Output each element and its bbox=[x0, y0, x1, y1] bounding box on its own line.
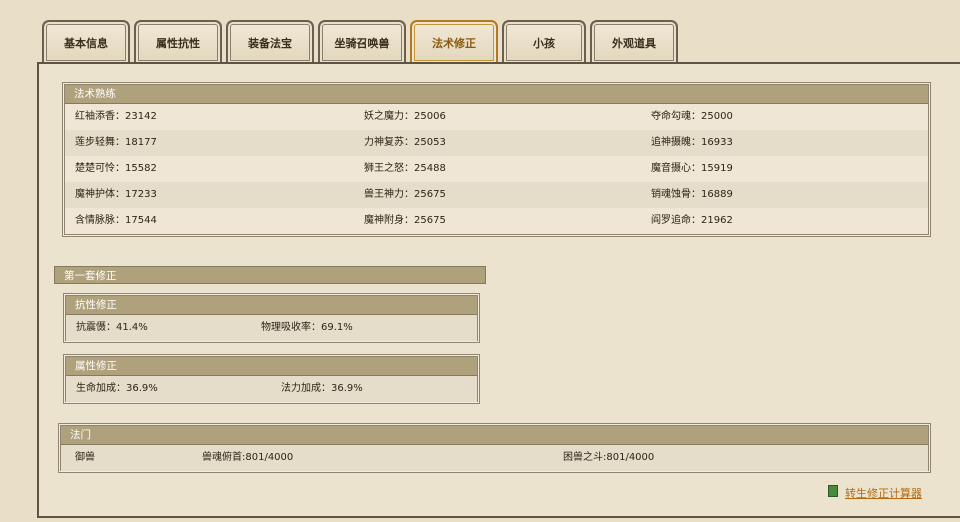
tab-spell-correction[interactable]: 法术修正 bbox=[410, 20, 498, 63]
tab-mounts-pets[interactable]: 坐骑召唤兽 bbox=[318, 20, 406, 63]
proficiency-section: 法术熟练 红袖添香：23142 妖之魔力：25006 夺命勾魂：25000 莲步轻舞：… bbox=[62, 82, 931, 237]
proficiency-item: 含情脉脉：17544 bbox=[75, 215, 157, 226]
section-header: 属性修正 bbox=[66, 357, 477, 376]
table-row: 莲步轻舞：18177 力神复苏：25053 追神摄魄：16933 bbox=[65, 130, 928, 156]
section-header: 法门 bbox=[61, 426, 928, 445]
table-row: 楚楚可怜：15582 狮王之怒：25488 魔音摄心：15919 bbox=[65, 156, 928, 182]
section-header: 法术熟练 bbox=[65, 85, 928, 104]
tab-appearance-items[interactable]: 外观道具 bbox=[590, 20, 678, 63]
resist-item: 物理吸收率：69.1% bbox=[261, 322, 353, 333]
attr-correction-section: 属性修正 生命加成：36.9% 法力加成：36.9% bbox=[63, 354, 480, 404]
proficiency-item: 红袖添香：23142 bbox=[75, 111, 157, 122]
proficiency-item: 楚楚可怜：15582 bbox=[75, 163, 157, 174]
proficiency-item: 兽王神力：25675 bbox=[364, 189, 446, 200]
set1-header: 第一套修正 bbox=[54, 266, 486, 284]
tab-equipment[interactable]: 装备法宝 bbox=[226, 20, 314, 63]
table-row: 红袖添香：23142 妖之魔力：25006 夺命勾魂：25000 bbox=[65, 104, 928, 130]
school-skill: 兽魂俯首:801/4000 bbox=[202, 452, 294, 463]
proficiency-item: 力神复苏：25053 bbox=[364, 137, 446, 148]
school-section: 法门 御兽 兽魂俯首:801/4000 困兽之斗:801/4000 bbox=[58, 423, 931, 473]
resist-item: 抗震慑：41.4% bbox=[76, 322, 148, 333]
school-skill: 困兽之斗:801/4000 bbox=[563, 452, 655, 463]
calculator-icon bbox=[828, 485, 838, 497]
proficiency-item: 追神摄魄：16933 bbox=[651, 137, 733, 148]
table-row: 含情脉脉：17544 魔神附身：25675 阎罗追命：21962 bbox=[65, 208, 928, 234]
tab-basic-info[interactable]: 基本信息 bbox=[42, 20, 130, 63]
proficiency-item: 夺命勾魂：25000 bbox=[651, 111, 733, 122]
proficiency-item: 狮王之怒：25488 bbox=[364, 163, 446, 174]
proficiency-item: 妖之魔力：25006 bbox=[364, 111, 446, 122]
attr-item: 法力加成：36.9% bbox=[281, 383, 363, 394]
resist-correction-section: 抗性修正 抗震慑：41.4% 物理吸收率：69.1% bbox=[63, 293, 480, 343]
proficiency-item: 销魂蚀骨：16889 bbox=[651, 189, 733, 200]
table-row: 魔神护体：17233 兽王神力：25675 销魂蚀骨：16889 bbox=[65, 182, 928, 208]
rebirth-correction-calculator-link[interactable]: 转生修正计算器 bbox=[845, 485, 922, 501]
tab-attributes-resistance[interactable]: 属性抗性 bbox=[134, 20, 222, 63]
proficiency-item: 魔音摄心：15919 bbox=[651, 163, 733, 174]
proficiency-item: 魔神附身：25675 bbox=[364, 215, 446, 226]
school-name: 御兽 bbox=[75, 452, 95, 463]
proficiency-item: 莲步轻舞：18177 bbox=[75, 137, 157, 148]
attr-item: 生命加成：36.9% bbox=[76, 383, 158, 394]
section-header: 抗性修正 bbox=[66, 296, 477, 315]
tab-child[interactable]: 小孩 bbox=[502, 20, 586, 63]
proficiency-item: 阎罗追命：21962 bbox=[651, 215, 733, 226]
proficiency-item: 魔神护体：17233 bbox=[75, 189, 157, 200]
